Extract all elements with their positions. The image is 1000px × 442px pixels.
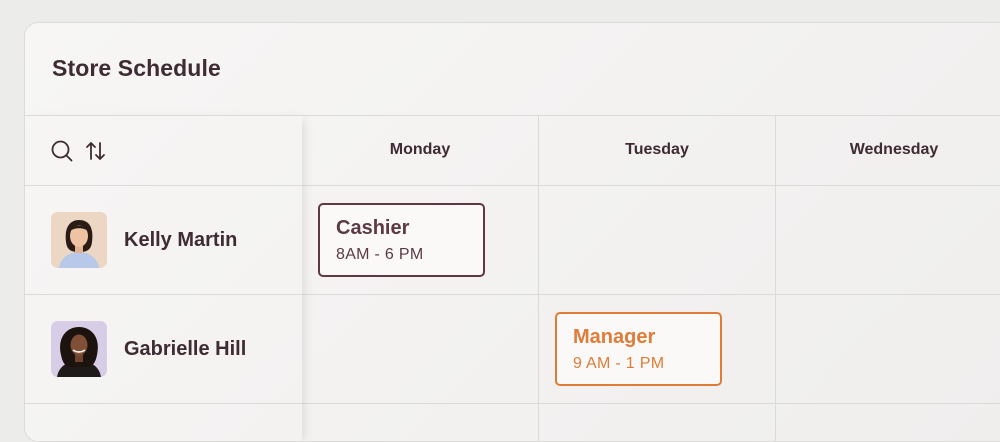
day-header-tuesday: Tuesday xyxy=(625,141,689,158)
avatar xyxy=(51,321,107,377)
toolbar xyxy=(51,140,107,162)
employee-column xyxy=(25,115,302,441)
day-header-wednesday: Wednesday xyxy=(849,141,939,158)
search-icon[interactable] xyxy=(51,140,73,162)
shift-time: 9 AM - 1 PM xyxy=(573,355,665,372)
avatar xyxy=(51,212,107,268)
day-header-monday: Monday xyxy=(389,141,451,158)
column-divider xyxy=(538,115,539,441)
sort-icon[interactable] xyxy=(85,140,107,162)
employee-name: Gabrielle Hill xyxy=(124,337,247,360)
employee-row-kelly-martin[interactable]: Kelly Martin xyxy=(51,212,237,268)
shift-role: Cashier xyxy=(336,217,410,239)
employee-row-gabrielle-hill[interactable]: Gabrielle Hill xyxy=(51,321,246,377)
shift-manager-tuesday[interactable]: Manager 9 AM - 1 PM xyxy=(555,312,722,386)
page-title: Store Schedule xyxy=(52,55,221,81)
shift-time: 8AM - 6 PM xyxy=(336,246,424,263)
employee-name: Kelly Martin xyxy=(124,228,238,251)
schedule-card: Store Schedule Monday Tuesday Wednesday xyxy=(24,22,1000,442)
shift-cashier-monday[interactable]: Cashier 8AM - 6 PM xyxy=(318,203,485,277)
shift-role: Manager xyxy=(573,326,656,348)
column-divider xyxy=(775,115,776,441)
